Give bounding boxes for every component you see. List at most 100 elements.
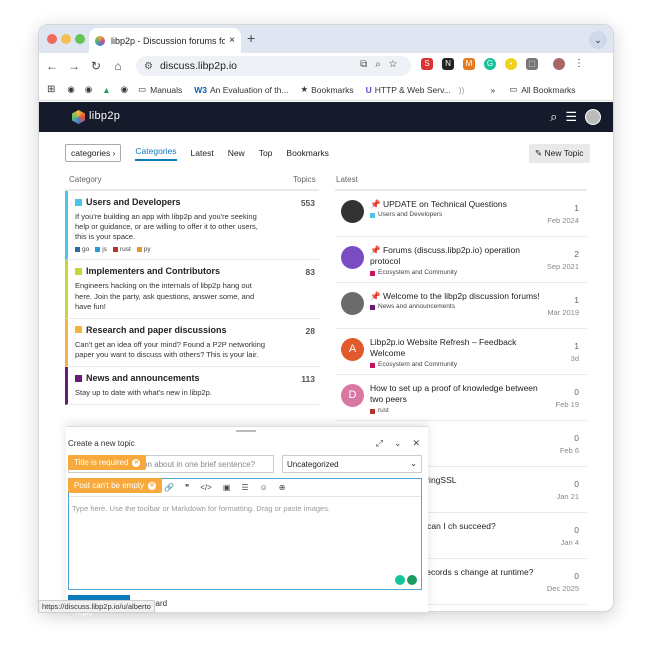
subcategory-link[interactable]: go xyxy=(75,246,89,253)
topic-category[interactable]: Users and Developers xyxy=(370,211,540,220)
editor-placeholder[interactable]: Type here. Use the toolbar or Markdown f… xyxy=(69,497,421,520)
poster-avatar[interactable] xyxy=(341,200,364,223)
apps-grid-icon[interactable]: ⊞ xyxy=(47,84,55,95)
latest-topic-row[interactable]: 📌 Welcome to the libp2p discussion forum… xyxy=(335,283,587,329)
subcategory-link[interactable]: py xyxy=(136,246,151,253)
tab-new[interactable]: New xyxy=(228,148,245,158)
bullet-list-icon[interactable]: ☰ xyxy=(241,483,248,492)
bookmark-bookmarks[interactable]: Bookmarks xyxy=(311,85,354,95)
close-icon[interactable]: ✕ xyxy=(412,438,420,449)
category-name[interactable]: News and announcements xyxy=(86,373,200,383)
search-icon[interactable]: ⌕ xyxy=(550,109,557,125)
collapse-icon[interactable]: ⌄ xyxy=(394,438,402,449)
tab-close-icon[interactable]: × xyxy=(229,35,235,46)
poster-avatar[interactable]: A xyxy=(341,338,364,361)
categories-dropdown[interactable]: categories › xyxy=(65,144,122,162)
grammarly-icon[interactable] xyxy=(395,575,405,585)
minimize-window-button[interactable] xyxy=(61,34,71,44)
category-name[interactable]: Users and Developers xyxy=(86,197,181,207)
bookmark-evaluation[interactable]: An Evaluation of th... xyxy=(210,85,288,95)
tab-latest[interactable]: Latest xyxy=(191,148,214,158)
tab-bookmarks[interactable]: Bookmarks xyxy=(286,148,329,158)
category-name[interactable]: Research and paper discussions xyxy=(86,325,227,335)
plus-icon[interactable]: ⊕ xyxy=(279,483,286,492)
forward-icon[interactable]: → xyxy=(63,59,85,73)
subcategory-link[interactable]: rust xyxy=(112,246,131,253)
bookmark-globe-icon[interactable]: ◉ xyxy=(85,84,92,95)
site-logo-text[interactable]: libp2p xyxy=(89,110,120,122)
address-bar-actions[interactable]: ⧉⌕☆ xyxy=(360,59,405,70)
address-bar[interactable]: ⚙ discuss.libp2p.io ⧉⌕☆ xyxy=(136,56,411,76)
expand-icon[interactable]: ⤢ xyxy=(376,438,383,449)
category-select[interactable]: Uncategorized ⌄ xyxy=(282,455,422,473)
browser-tab[interactable]: libp2p - Discussion forums fo × xyxy=(89,28,241,53)
close-window-button[interactable] xyxy=(47,34,57,44)
quote-icon[interactable]: ❞ xyxy=(185,483,189,492)
category-row[interactable]: Research and paper discussions Can't get… xyxy=(65,318,319,367)
tab-top[interactable]: Top xyxy=(259,148,273,158)
poster-avatar[interactable]: D xyxy=(341,384,364,407)
rss-icon[interactable]: )) xyxy=(459,85,465,95)
poster-avatar[interactable] xyxy=(341,246,364,269)
code-icon[interactable]: </> xyxy=(200,483,212,492)
topic-category[interactable]: Ecosystem and Community xyxy=(370,361,540,370)
latest-topic-row[interactable]: A Libp2p.io Website Refresh – Feedback W… xyxy=(335,329,587,375)
composer-resize-grip[interactable] xyxy=(236,430,256,432)
topic-title[interactable]: 📌 UPDATE on Technical Questions xyxy=(370,199,507,209)
bookmark-globe-icon[interactable]: ◉ xyxy=(121,84,128,95)
topic-category[interactable]: News and announcements xyxy=(370,303,540,312)
back-icon[interactable]: ← xyxy=(41,59,63,73)
grammarly-icon[interactable] xyxy=(407,575,417,585)
category-row[interactable]: Users and Developers If you're building … xyxy=(65,191,319,261)
grammarly-icon[interactable]: G xyxy=(484,58,496,70)
composer-title: Create a new topic xyxy=(68,439,135,448)
topic-title[interactable]: How to set up a proof of knowledge betwe… xyxy=(370,383,538,404)
topic-title[interactable]: 📌 Forums (discuss.libp2p.io) operation p… xyxy=(370,245,520,266)
bookmark-globe-icon[interactable]: ◉ xyxy=(67,84,74,95)
category-color-swatch xyxy=(75,267,82,275)
link-icon[interactable]: 🔗 xyxy=(164,483,174,492)
browser-menu-icon[interactable]: ⋮ xyxy=(574,58,584,70)
category-select-value: Uncategorized xyxy=(287,460,339,469)
all-bookmarks[interactable]: All Bookmarks xyxy=(521,85,575,95)
maximize-window-button[interactable] xyxy=(75,34,85,44)
site-info-icon[interactable]: ⚙ xyxy=(144,61,153,72)
latest-topic-row[interactable]: D How to set up a proof of knowledge bet… xyxy=(335,375,587,421)
category-row[interactable]: Implementers and Contributors Engineers … xyxy=(65,260,319,319)
composer-panel: Create a new topic ⤢ ⌄ ✕ on about in one… xyxy=(66,426,428,617)
more-bookmarks-icon[interactable]: » xyxy=(490,85,495,95)
hamburger-menu-icon[interactable]: ☰ xyxy=(565,109,577,125)
new-topic-button[interactable]: ✎ New Topic xyxy=(529,144,590,163)
topic-category[interactable]: Ecosystem and Community xyxy=(370,269,540,278)
topic-title[interactable]: Libp2p.io Website Refresh – Feedback Wel… xyxy=(370,337,516,358)
user-avatar[interactable] xyxy=(585,109,601,125)
reload-icon[interactable]: ↻ xyxy=(85,59,107,73)
extension-icon[interactable]: • xyxy=(505,58,517,70)
profile-avatar[interactable] xyxy=(553,58,565,70)
topic-title[interactable]: 📌 Welcome to the libp2p discussion forum… xyxy=(370,291,540,301)
post-editor[interactable]: 🔗 ❞ </> ▣ ☰ ☺ ⊕ Type here. Use the toolb… xyxy=(68,478,422,590)
bookmark-manuals[interactable]: Manuals xyxy=(150,85,182,95)
topic-category[interactable]: rust xyxy=(370,407,540,416)
bookmark-http[interactable]: HTTP & Web Serv... xyxy=(375,85,451,95)
category-name[interactable]: Implementers and Contributors xyxy=(86,266,220,276)
image-icon[interactable]: ▣ xyxy=(223,483,231,492)
new-tab-button[interactable]: + xyxy=(247,30,255,46)
latest-topic-row[interactable]: 📌 Forums (discuss.libp2p.io) operation p… xyxy=(335,237,587,283)
puzzle-extensions-icon[interactable]: ⬚ xyxy=(526,58,538,70)
extension-icon[interactable]: S xyxy=(421,58,433,70)
notion-icon[interactable]: N xyxy=(442,58,454,70)
tab-categories[interactable]: Categories xyxy=(135,146,177,161)
reply-count: 0 xyxy=(574,387,579,397)
libp2p-favicon-icon xyxy=(95,35,105,46)
latest-topic-row[interactable]: 📌 UPDATE on Technical Questions Users and… xyxy=(335,191,587,237)
metamask-icon[interactable]: M xyxy=(463,58,475,70)
subcategory-link[interactable]: js xyxy=(95,246,107,253)
emoji-icon[interactable]: ☺ xyxy=(260,483,268,492)
google-drive-icon[interactable]: ▲ xyxy=(102,85,110,95)
home-icon[interactable]: ⌂ xyxy=(107,59,129,73)
tab-search-icon[interactable]: ⌄ xyxy=(589,31,607,49)
libp2p-logo-icon[interactable] xyxy=(72,110,85,124)
category-row[interactable]: News and announcements Stay up to date w… xyxy=(65,367,319,406)
poster-avatar[interactable] xyxy=(341,292,364,315)
